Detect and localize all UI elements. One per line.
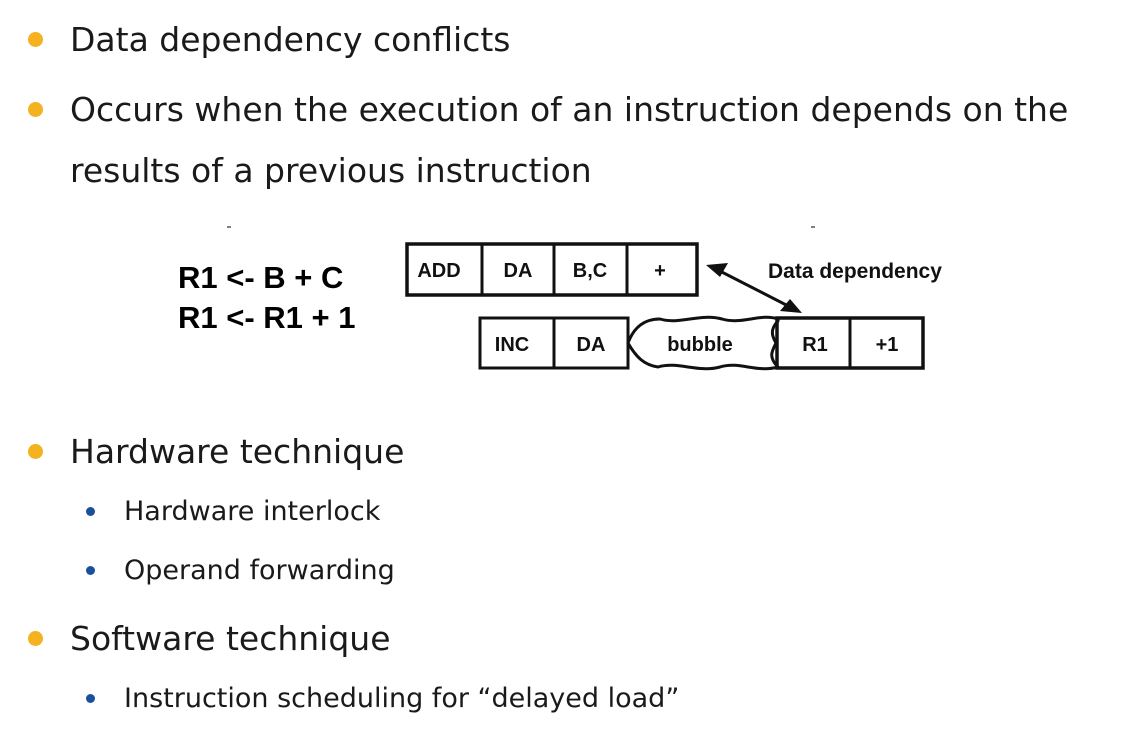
cell-bc: B,C — [573, 260, 607, 282]
cell-da: DA — [504, 260, 533, 282]
pipeline-svg: R1 <- B + C R1 <- R1 + 1 ADD DA B,C + IN… — [178, 226, 942, 371]
bullet-dot-icon — [28, 102, 43, 117]
sub-bullet-dot-icon — [86, 566, 95, 575]
bullet-data-dependency: Data dependency conflicts — [22, 10, 1122, 70]
equation-2: R1 <- R1 + 1 — [178, 300, 355, 335]
pipeline-row-2: INC DA bubble R1 +1 — [478, 315, 925, 371]
cell-plus: + — [654, 260, 666, 282]
bullet-dot-icon — [28, 32, 43, 47]
cell-inc: INC — [495, 334, 529, 356]
sub-bullet-text: Instruction scheduling for “delayed load… — [124, 683, 680, 714]
cell-da-2: DA — [577, 334, 606, 356]
bullet-text: Data dependency conflicts — [70, 20, 511, 59]
bullet-text: Hardware technique — [70, 432, 405, 471]
equation-1: R1 <- B + C — [178, 260, 343, 295]
bullet-text: Software technique — [70, 619, 391, 658]
cell-plus-one: +1 — [876, 334, 899, 356]
bullet-text-line2: results of a previous instruction — [70, 151, 592, 190]
cell-bubble: bubble — [667, 334, 733, 356]
bullet-software-technique: Software technique — [22, 609, 1122, 669]
slide: Data dependency conflicts Occurs when th… — [0, 0, 1132, 738]
data-dependency-label: Data dependency — [768, 260, 942, 283]
bullet-dot-icon — [28, 631, 43, 646]
bullet-hardware-technique: Hardware technique — [22, 422, 1122, 482]
sub-bullet-text: Operand forwarding — [124, 555, 395, 586]
sub-bullet-operand-forwarding: Operand forwarding — [80, 555, 980, 595]
sub-bullet-hardware-interlock: Hardware interlock — [80, 496, 980, 536]
sub-bullet-instruction-scheduling: Instruction scheduling for “delayed load… — [80, 683, 980, 723]
bullet-occurs-when: Occurs when the execution of an instruct… — [22, 80, 1122, 200]
pipeline-row-1: ADD DA B,C + — [405, 242, 699, 297]
bullet-text-line1: Occurs when the execution of an instruct… — [70, 90, 1069, 129]
bullet-dot-icon — [28, 444, 43, 459]
cell-add: ADD — [417, 260, 460, 282]
pipeline-diagram: R1 <- B + C R1 <- R1 + 1 ADD DA B,C + IN… — [150, 215, 1030, 385]
cell-r1: R1 — [802, 334, 828, 356]
sub-bullet-dot-icon — [86, 694, 95, 703]
sub-bullet-dot-icon — [86, 507, 95, 516]
sub-bullet-text: Hardware interlock — [124, 496, 381, 527]
